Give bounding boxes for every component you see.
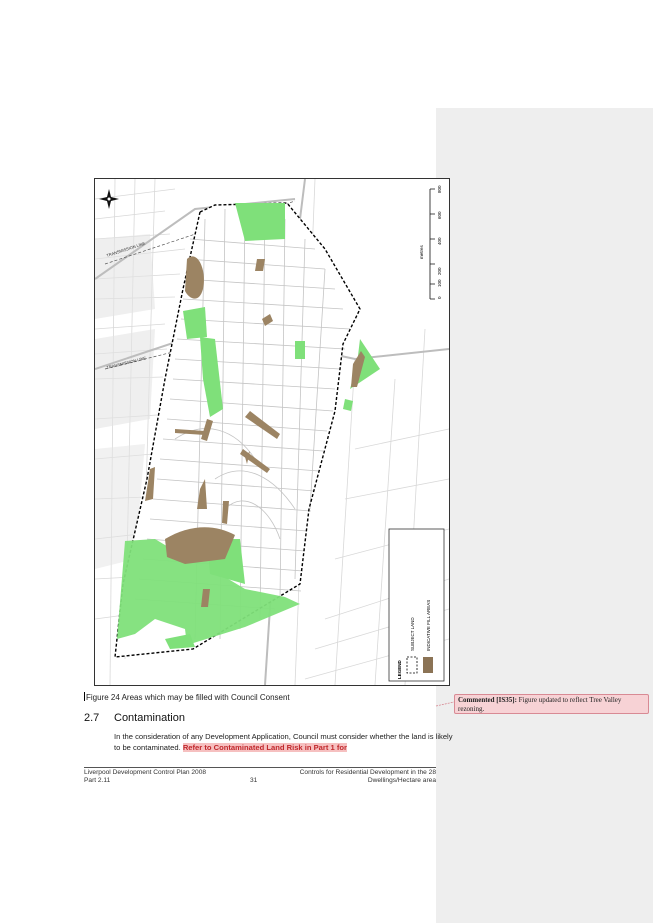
footer-left: Liverpool Development Control Plan 2008 … (84, 769, 206, 785)
figure-caption: Figure 24 Areas which may be filled with… (84, 692, 290, 702)
scale-tick-800: 800 (437, 185, 442, 193)
footer-right: Controls for Residential Development in … (300, 769, 436, 785)
legend-title: LEGEND (397, 659, 402, 679)
scale-tick-400: 400 (437, 237, 442, 245)
body-highlighted-text[interactable]: Refer to Contaminated Land Risk in Part … (182, 742, 347, 752)
comment-author: Commented [IS35]: (458, 696, 517, 704)
section-title: Contamination (114, 712, 185, 724)
map-figure: TRANSMISSION LINE TRANSMISSION LINE 0 10… (94, 178, 450, 686)
figure-caption-text: Figure 24 Areas which may be filled with… (86, 693, 290, 702)
footer-left-line1: Liverpool Development Control Plan 2008 (84, 769, 207, 776)
section-body: In the consideration of any Development … (114, 732, 454, 753)
scale-tick-0: 0 (437, 296, 442, 299)
footer-divider (84, 767, 436, 768)
map-canvas: TRANSMISSION LINE TRANSMISSION LINE 0 10… (95, 179, 449, 685)
scale-tick-100: 100 (437, 279, 442, 287)
legend-label-fill-areas: INDICATIVE FILL AREAS (426, 600, 431, 651)
scale-tick-200: 200 (437, 267, 442, 275)
scale-bar: 0 100 200 400 600 800 metres (419, 185, 442, 300)
footer-right-line1: Controls for Residential Development in … (299, 769, 436, 776)
section-number: 2.7 (84, 712, 100, 724)
scale-tick-600: 600 (437, 211, 442, 219)
comment-balloon[interactable]: Commented [IS35]: Figure updated to refl… (454, 694, 649, 714)
north-arrow-icon (99, 189, 119, 209)
scale-unit: metres (419, 244, 424, 259)
legend-label-subject-land: SUBJECT LAND (410, 617, 415, 651)
map-legend: LEGEND SUBJECT LAND INDICATIVE FILL AREA… (388, 528, 445, 682)
footer-page-number: 31 (250, 777, 258, 784)
footer-right-line2: Dwellings/Hectare area (367, 777, 436, 784)
text-cursor (84, 692, 85, 701)
legend-swatch-fill-areas (423, 657, 433, 673)
section-heading: 2.7 Contamination (84, 712, 185, 724)
comment-pane (436, 108, 653, 923)
footer-left-line2: Part 2.11 (84, 777, 111, 784)
